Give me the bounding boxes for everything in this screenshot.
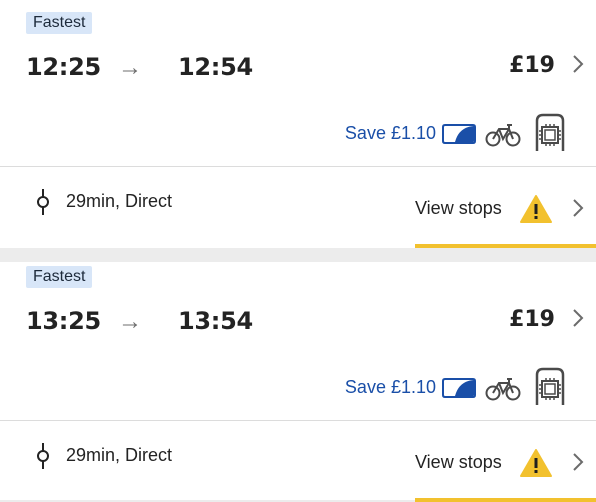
chevron-right-icon[interactable] [570,197,586,219]
chevron-right-icon[interactable] [570,53,586,75]
stop-marker-icon [37,189,49,215]
save-amount: Save £1.10 [344,123,436,143]
seat-reservation-icon [535,113,565,151]
view-stops-link[interactable]: View stops [415,198,502,219]
departure-time: 12:25 [26,53,101,81]
selected-indicator [415,498,596,502]
divider [0,166,596,167]
journey-summary: 29min, Direct [66,191,173,211]
bicycle-icon [485,124,521,147]
chevron-right-icon[interactable] [570,307,586,329]
fastest-tag: Fastest [26,12,93,34]
warning-icon[interactable] [519,194,553,224]
divider [0,420,596,421]
journey-card[interactable]: Fastest 13:25 → 13:54 £19 Save £1.10 29m… [0,262,596,502]
price: £19 [509,53,555,78]
fastest-tag: Fastest [26,266,93,288]
arrival-time: 13:54 [178,307,253,335]
seat-reservation-icon [535,367,565,405]
railcard-icon [442,378,476,398]
railcard-icon [442,124,476,144]
price: £19 [509,307,555,332]
view-stops-link[interactable]: View stops [415,452,502,473]
arrow-right-icon: → [118,54,142,81]
bicycle-icon [485,378,521,401]
save-amount: Save £1.10 [344,377,436,397]
arrow-right-icon: → [118,308,142,335]
journey-card[interactable]: Fastest 12:25 → 12:54 £19 Save £1.10 29m… [0,0,596,248]
journey-summary: 29min, Direct [66,445,173,465]
departure-time: 13:25 [26,307,101,335]
stop-marker-icon [37,443,49,469]
arrival-time: 12:54 [178,53,253,81]
warning-icon[interactable] [519,448,553,478]
chevron-right-icon[interactable] [570,451,586,473]
selected-indicator [415,244,596,248]
